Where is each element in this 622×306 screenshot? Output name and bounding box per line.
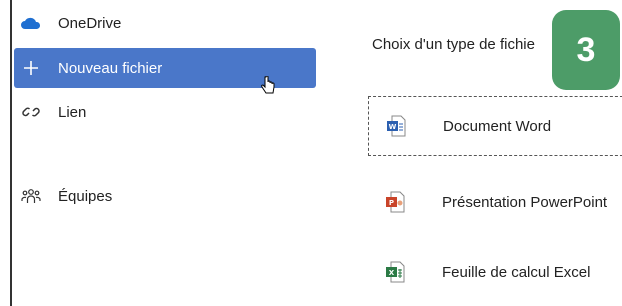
powerpoint-icon: P	[368, 191, 422, 213]
svg-text:W: W	[389, 123, 397, 131]
svg-text:P: P	[389, 199, 394, 207]
plus-icon	[14, 60, 48, 76]
file-type-word-label: Document Word	[443, 117, 552, 135]
nav-onedrive[interactable]: OneDrive	[14, 3, 316, 43]
people-icon	[14, 188, 48, 204]
nav-link-label: Lien	[58, 103, 87, 121]
nav-link[interactable]: Lien	[14, 92, 316, 132]
cloud-icon	[14, 16, 48, 30]
excel-icon: X	[368, 261, 422, 283]
file-type-excel-label: Feuille de calcul Excel	[442, 263, 591, 281]
word-icon: W	[369, 115, 423, 137]
file-type-powerpoint[interactable]: P Présentation PowerPoint	[368, 172, 622, 232]
file-type-word[interactable]: W Document Word	[368, 96, 622, 156]
step-number: 3	[576, 30, 596, 69]
nav-onedrive-label: OneDrive	[58, 14, 122, 32]
link-icon	[14, 104, 48, 120]
file-type-powerpoint-label: Présentation PowerPoint	[442, 193, 608, 211]
new-file-label: Nouveau fichier	[58, 59, 163, 77]
nav-teams-label: Équipes	[58, 187, 113, 205]
step-badge: 3	[552, 10, 620, 90]
panel-title: Choix d'un type de fichie	[372, 36, 535, 53]
nav-teams[interactable]: Équipes	[14, 176, 316, 216]
file-type-excel[interactable]: X Feuille de calcul Excel	[368, 242, 622, 302]
svg-text:X: X	[389, 269, 395, 277]
